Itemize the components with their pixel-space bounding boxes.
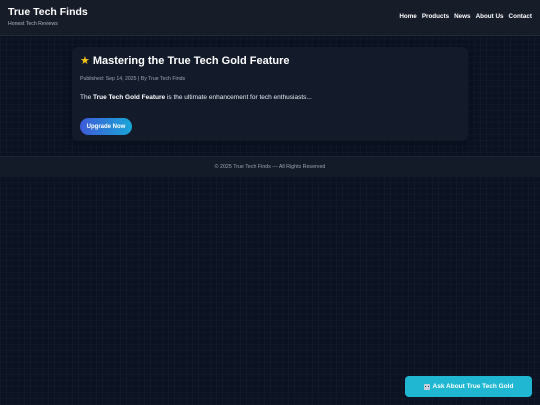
site-footer: © 2025 True Tech Finds — All Rights Rese… xyxy=(0,156,540,177)
site-tagline: Honest Tech Reviews xyxy=(8,21,58,27)
nav-item-home[interactable]: Home xyxy=(399,13,417,20)
nav-item-about-us[interactable]: About Us xyxy=(476,13,504,20)
main-nav: Home Products News About Us Contact xyxy=(399,13,532,20)
nav-item-contact[interactable]: Contact xyxy=(509,13,532,20)
site-title[interactable]: True Tech Finds xyxy=(8,6,88,18)
nav-item-news[interactable]: News xyxy=(454,13,470,20)
ask-assistant-button[interactable]: Ask About True Tech Gold xyxy=(405,376,532,397)
robot-icon xyxy=(423,383,430,390)
article-body-prefix: The xyxy=(80,94,94,101)
nav-item-products[interactable]: Products xyxy=(422,13,449,20)
upgrade-now-button[interactable]: Upgrade Now xyxy=(80,118,132,135)
site-header: True Tech Finds Honest Tech Reviews Home… xyxy=(0,0,540,36)
footer-copyright: © 2025 True Tech Finds — All Rights Rese… xyxy=(214,164,326,170)
article-title-row: ★ Mastering the True Tech Gold Feature xyxy=(80,55,289,67)
article-meta: Published: Sep 14, 2025 | By True Tech F… xyxy=(80,76,186,82)
ask-assistant-label: Ask About True Tech Gold xyxy=(432,383,514,390)
article-body-highlight: True Tech Gold Feature xyxy=(93,94,166,101)
article-card: ★ Mastering the True Tech Gold Feature P… xyxy=(72,47,468,141)
article-body: The True Tech Gold Feature is the ultima… xyxy=(80,94,312,101)
article-title: Mastering the True Tech Gold Feature xyxy=(92,55,290,67)
article-body-suffix: is the ultimate enhancement for tech ent… xyxy=(165,94,312,101)
star-icon: ★ xyxy=(80,54,90,67)
